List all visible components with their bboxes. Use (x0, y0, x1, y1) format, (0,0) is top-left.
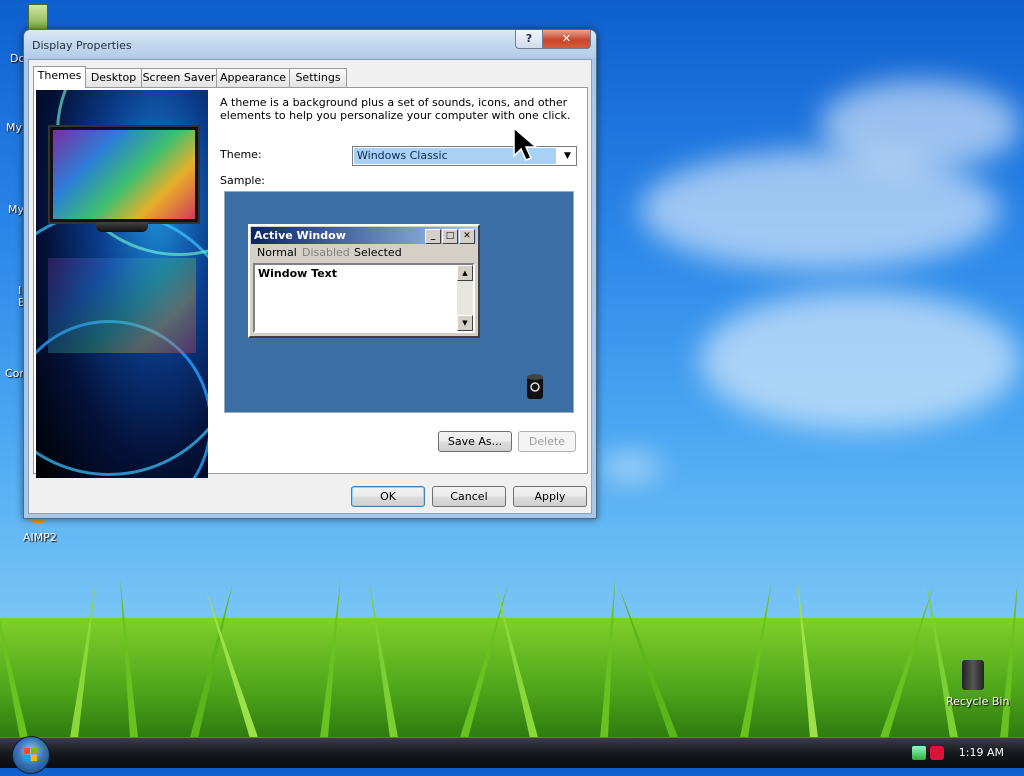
sample-scrollbar: ▲ ▼ (457, 265, 473, 331)
desktop-label-my-network[interactable]: My (8, 203, 24, 216)
dialog-client: Themes Desktop Screen Saver Appearance S… (28, 59, 592, 514)
sample-window-body: Window Text ▲ ▼ (253, 263, 475, 333)
tab-appearance[interactable]: Appearance (216, 68, 290, 87)
tab-desktop[interactable]: Desktop (85, 68, 142, 87)
mouse-cursor-icon (513, 126, 539, 161)
sample-active-window: Active Window _ □ ✕ Normal Disabled Sele… (248, 224, 480, 338)
grass-wallpaper (0, 508, 1024, 738)
sample-menu-selected: Selected (354, 246, 402, 259)
start-button[interactable] (12, 736, 50, 774)
maximize-icon: □ (442, 229, 458, 244)
theme-description: A theme is a background plus a set of so… (220, 96, 571, 122)
desktop-label-recycle-bin[interactable]: Recycle Bin (946, 695, 1009, 708)
sample-menu-normal: Normal (257, 246, 297, 259)
title-bar[interactable]: Display Properties ? ✕ (24, 30, 596, 58)
cancel-button[interactable]: Cancel (432, 486, 506, 507)
tab-settings[interactable]: Settings (289, 68, 347, 87)
desktop-label-my-computer[interactable]: My (6, 121, 22, 134)
close-button[interactable]: ✕ (542, 30, 591, 49)
delete-button[interactable]: Delete (518, 431, 576, 452)
save-as-button[interactable]: Save As... (438, 431, 512, 452)
sample-menu: Normal Disabled Selected (251, 245, 477, 261)
sample-preview: Active Window _ □ ✕ Normal Disabled Sele… (224, 191, 574, 413)
tab-screen-saver[interactable]: Screen Saver (141, 68, 217, 87)
scroll-up-icon: ▲ (457, 265, 473, 281)
window-title: Display Properties (32, 39, 132, 52)
monitor-graphic (48, 125, 200, 224)
display-properties-window: Display Properties ? ✕ Themes Desktop Sc… (23, 29, 597, 519)
app-tray-icon[interactable] (930, 746, 944, 760)
cloud (820, 80, 1020, 170)
desktop-label-control[interactable]: Cor (5, 367, 24, 380)
help-button[interactable]: ? (515, 30, 543, 49)
theme-select[interactable]: Windows Classic ▼ (352, 146, 577, 166)
theme-label: Theme: (220, 148, 262, 161)
close-icon: ✕ (459, 229, 475, 244)
desktop-label-aimp[interactable]: AIMP2 (23, 531, 57, 544)
taskbar: 1:19 AM (0, 736, 1024, 774)
sample-label: Sample: (220, 174, 265, 187)
theme-preview-image (36, 90, 208, 478)
scroll-down-icon: ▼ (457, 315, 473, 331)
cloud (700, 290, 1020, 430)
tab-themes[interactable]: Themes (33, 66, 86, 88)
chevron-down-icon[interactable]: ▼ (559, 147, 576, 165)
recycle-bin-icon[interactable] (962, 660, 984, 690)
network-tray-icon[interactable] (912, 746, 926, 760)
clock[interactable]: 1:19 AM (959, 746, 1004, 759)
minimize-icon: _ (425, 229, 441, 244)
ok-button[interactable]: OK (351, 486, 425, 507)
apply-button[interactable]: Apply (513, 486, 587, 507)
recycle-bin-icon (525, 372, 545, 400)
sample-title: Active Window (254, 229, 346, 242)
sample-menu-disabled: Disabled (302, 246, 350, 259)
themes-panel: A theme is a background plus a set of so… (33, 87, 588, 478)
documents-icon[interactable] (28, 4, 48, 32)
cloud (600, 455, 660, 479)
sample-title-bar: Active Window _ □ ✕ (251, 227, 477, 244)
sample-window-text: Window Text (258, 267, 338, 280)
